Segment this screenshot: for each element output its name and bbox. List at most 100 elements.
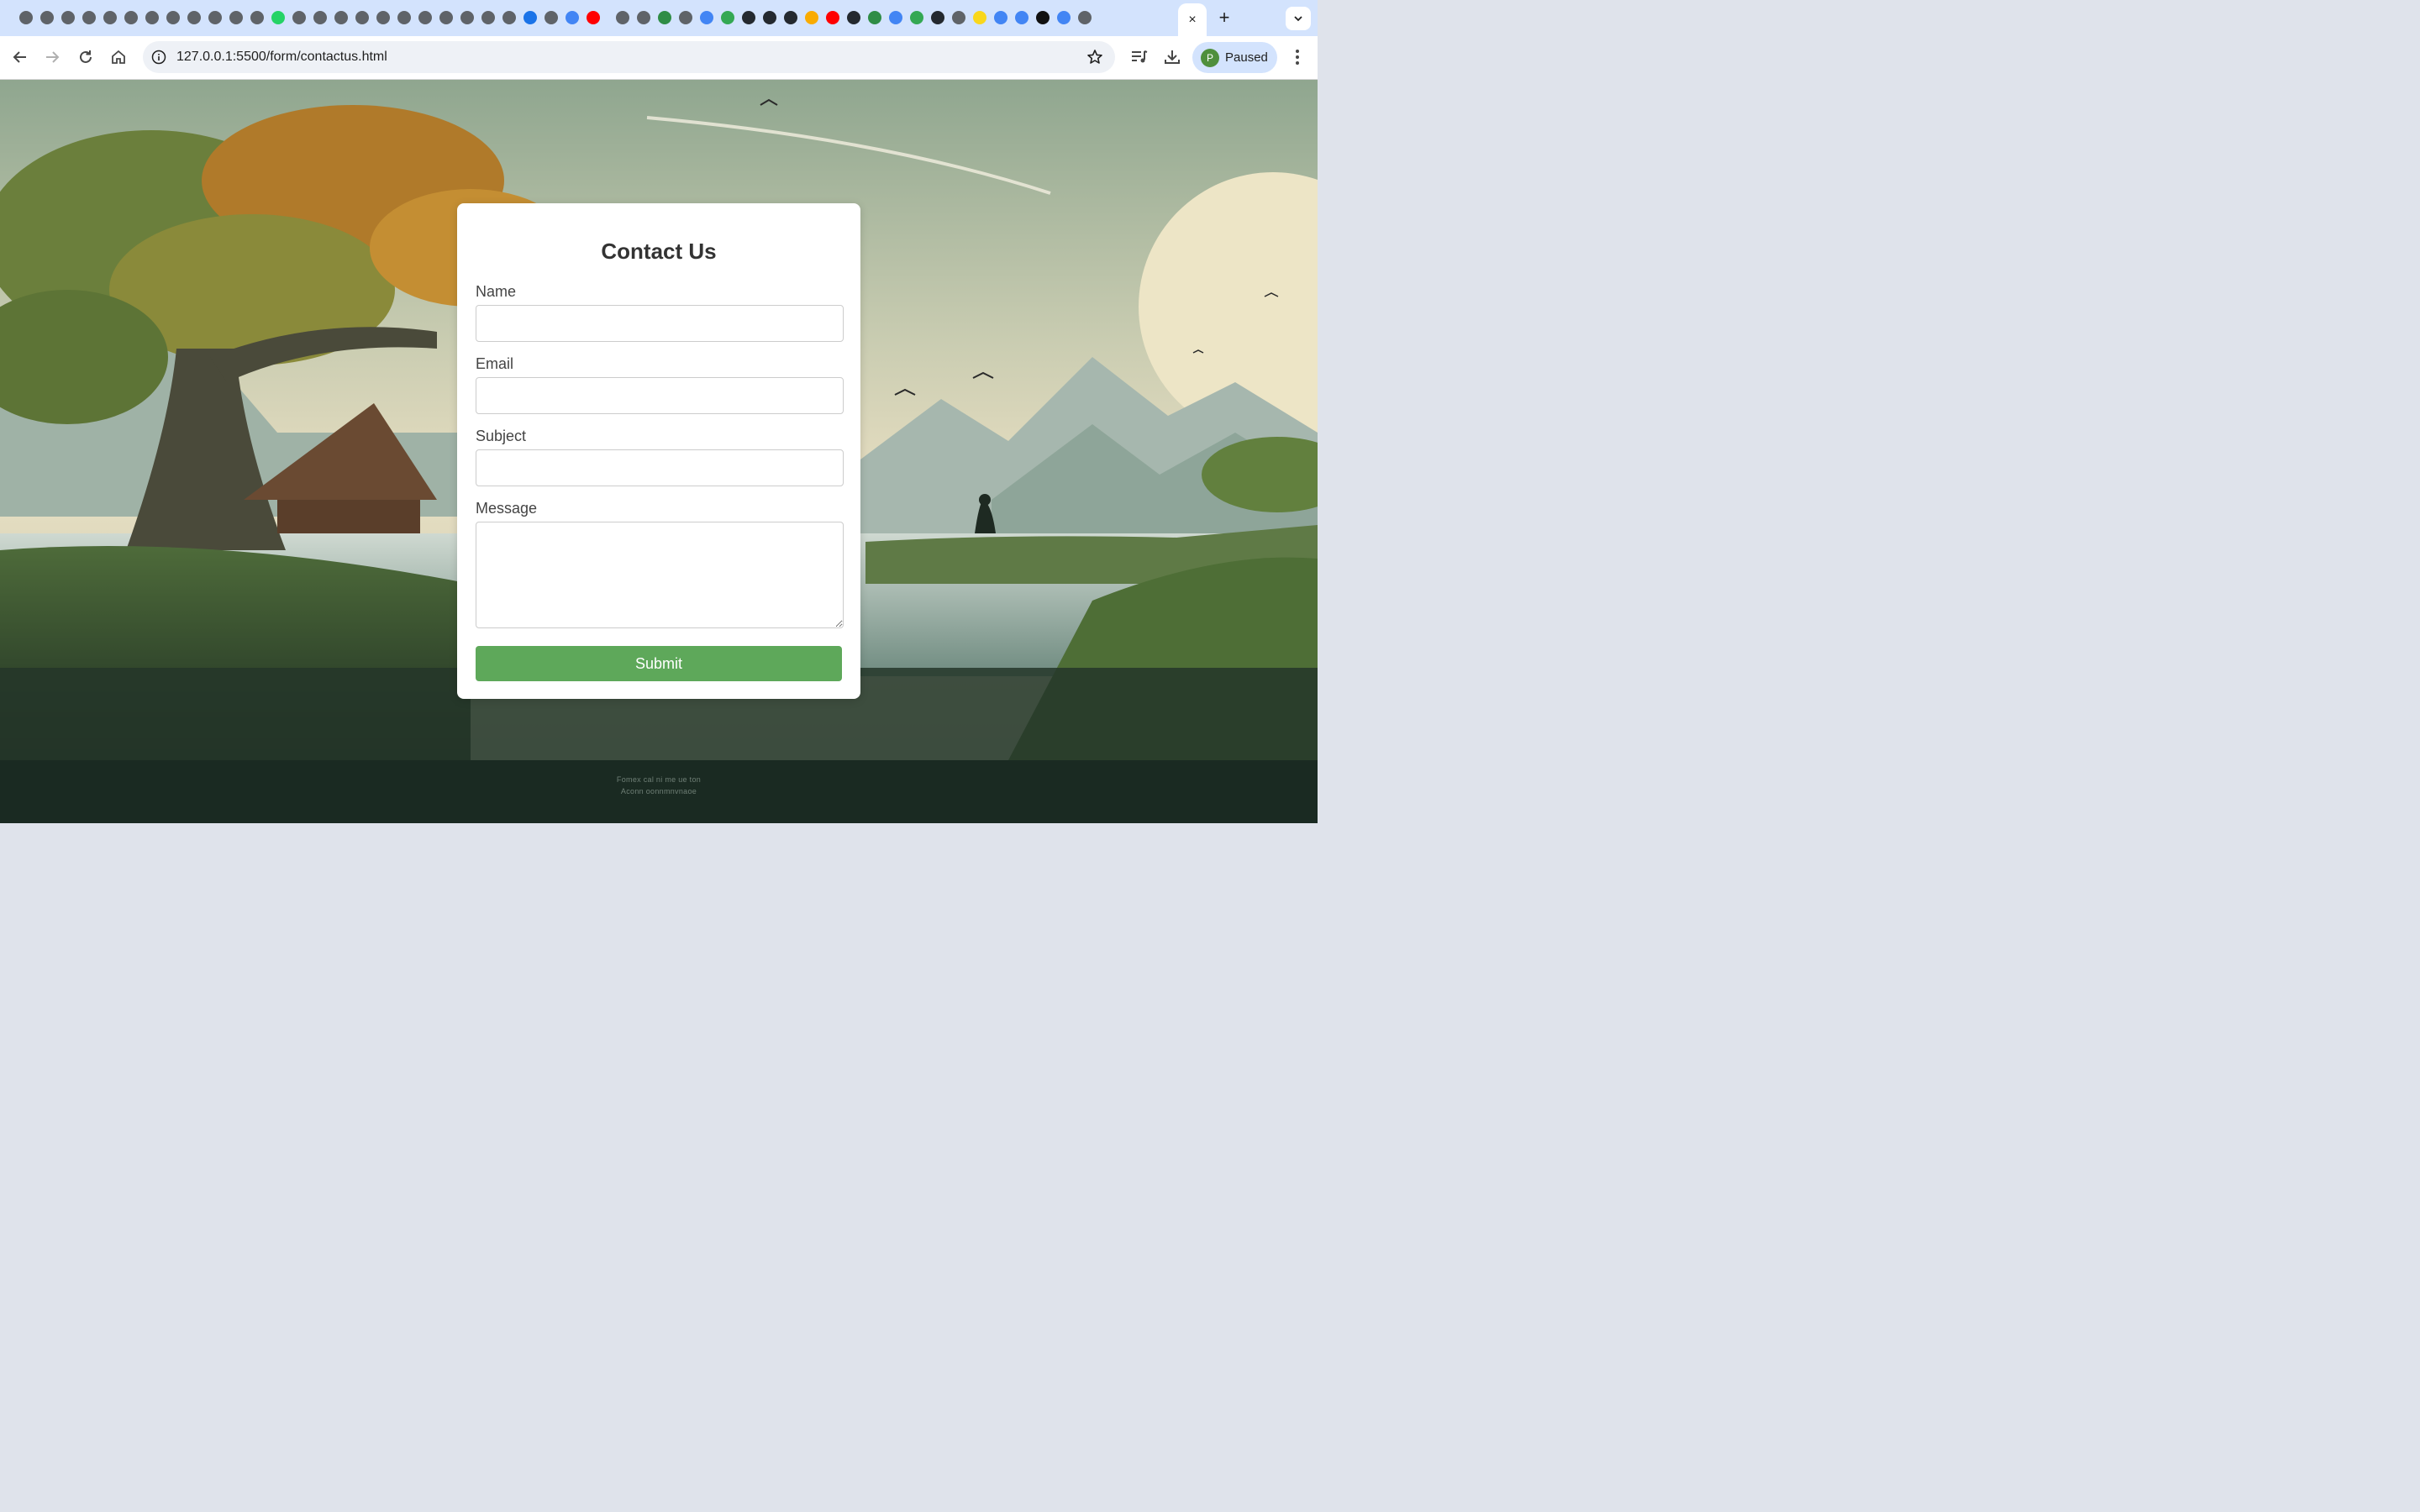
- active-tab-close-button[interactable]: ×: [1178, 3, 1207, 37]
- favicon-icon: [616, 11, 629, 24]
- browser-tab[interactable]: [865, 8, 884, 27]
- tab-strip: × +: [0, 0, 1318, 37]
- browser-tab[interactable]: [500, 8, 518, 27]
- browser-tab[interactable]: [1076, 8, 1094, 27]
- favicon-icon: [700, 11, 713, 24]
- favicon-icon: [292, 11, 306, 24]
- browser-tab[interactable]: [437, 8, 455, 27]
- favicon-icon: [19, 11, 33, 24]
- browser-tab[interactable]: [1034, 8, 1052, 27]
- browser-tab[interactable]: [844, 8, 863, 27]
- browser-tab[interactable]: [739, 8, 758, 27]
- browser-tab[interactable]: [584, 8, 602, 27]
- download-icon[interactable]: [1162, 47, 1182, 67]
- browser-tab[interactable]: [59, 8, 77, 27]
- favicon-icon: [397, 11, 411, 24]
- browser-tab[interactable]: [542, 8, 560, 27]
- url-text[interactable]: 127.0.0.1:5500/form/contactus.html: [176, 50, 387, 65]
- more-menu-icon[interactable]: [1287, 47, 1307, 67]
- browser-tab[interactable]: [416, 8, 434, 27]
- profile-button[interactable]: P Paused: [1192, 42, 1277, 73]
- favicon-icon: [658, 11, 671, 24]
- new-tab-button[interactable]: +: [1213, 7, 1235, 29]
- browser-tab[interactable]: [823, 8, 842, 27]
- browser-tab[interactable]: [290, 8, 308, 27]
- chevron-down-icon: [1294, 16, 1302, 22]
- browser-tab[interactable]: [458, 8, 476, 27]
- forward-button[interactable]: [39, 45, 65, 70]
- back-button[interactable]: [8, 45, 33, 70]
- name-input[interactable]: [476, 305, 844, 342]
- tab-search-button[interactable]: [1286, 7, 1311, 30]
- favicon-icon: [847, 11, 860, 24]
- browser-tab[interactable]: [122, 8, 140, 27]
- browser-tab[interactable]: [185, 8, 203, 27]
- browser-tab[interactable]: [971, 8, 989, 27]
- browser-tab[interactable]: [269, 8, 287, 27]
- favicon-icon: [61, 11, 75, 24]
- reload-icon: [80, 50, 92, 63]
- browser-tab[interactable]: [311, 8, 329, 27]
- browser-tab[interactable]: [886, 8, 905, 27]
- browser-tab[interactable]: [374, 8, 392, 27]
- favicon-icon: [805, 11, 818, 24]
- favicon-icon: [271, 11, 285, 24]
- browser-tab[interactable]: [38, 8, 56, 27]
- browser-tab[interactable]: [206, 8, 224, 27]
- home-icon: [112, 50, 125, 64]
- browser-tab[interactable]: [479, 8, 497, 27]
- site-info-icon[interactable]: [151, 50, 166, 65]
- favicon-icon: [103, 11, 117, 24]
- browser-tab[interactable]: [101, 8, 119, 27]
- message-textarea[interactable]: [476, 522, 844, 628]
- favicon-icon: [145, 11, 159, 24]
- media-controls-icon[interactable]: [1129, 47, 1150, 67]
- favicon-icon: [994, 11, 1007, 24]
- browser-tab[interactable]: [908, 8, 926, 27]
- browser-tab[interactable]: [1013, 8, 1031, 27]
- browser-tab[interactable]: [1055, 8, 1073, 27]
- favicon-icon: [1057, 11, 1071, 24]
- home-button[interactable]: [106, 45, 131, 70]
- browser-tab[interactable]: [353, 8, 371, 27]
- browser-tab[interactable]: [718, 8, 737, 27]
- submit-button[interactable]: Submit: [476, 646, 842, 681]
- favicon-icon: [502, 11, 516, 24]
- browser-tab[interactable]: [655, 8, 674, 27]
- favicon-icon: [481, 11, 495, 24]
- browser-tab[interactable]: [760, 8, 779, 27]
- favicon-icon: [187, 11, 201, 24]
- browser-tab[interactable]: [676, 8, 695, 27]
- favicon-icon: [82, 11, 96, 24]
- favicon-icon: [250, 11, 264, 24]
- browser-tab[interactable]: [521, 8, 539, 27]
- browser-tab[interactable]: [563, 8, 581, 27]
- browser-tab[interactable]: [248, 8, 266, 27]
- browser-tab[interactable]: [634, 8, 653, 27]
- browser-tab[interactable]: [332, 8, 350, 27]
- subject-input[interactable]: [476, 449, 844, 486]
- browser-tab[interactable]: [802, 8, 821, 27]
- browser-tab[interactable]: [164, 8, 182, 27]
- browser-tab[interactable]: [227, 8, 245, 27]
- browser-tab[interactable]: [395, 8, 413, 27]
- favicon-icon: [679, 11, 692, 24]
- browser-tab[interactable]: [17, 8, 35, 27]
- email-input[interactable]: [476, 377, 844, 414]
- footer-line-1: Fomex cal ni me ue ton: [616, 775, 702, 784]
- favicon-icon: [229, 11, 243, 24]
- browser-tab[interactable]: [143, 8, 161, 27]
- browser-tab[interactable]: [613, 8, 632, 27]
- browser-tab[interactable]: [781, 8, 800, 27]
- browser-tab[interactable]: [992, 8, 1010, 27]
- browser-tab[interactable]: [929, 8, 947, 27]
- browser-tab[interactable]: [697, 8, 716, 27]
- address-bar[interactable]: 127.0.0.1:5500/form/contactus.html: [143, 41, 1115, 73]
- page-footer: Fomex cal ni me ue ton Aconn oonnmnvnaoe: [0, 760, 1318, 823]
- subject-label: Subject: [476, 428, 527, 444]
- favicon-icon: [742, 11, 755, 24]
- reload-button[interactable]: [73, 45, 98, 70]
- browser-tab[interactable]: [80, 8, 98, 27]
- browser-tab[interactable]: [950, 8, 968, 27]
- bookmark-star-icon[interactable]: [1086, 49, 1103, 66]
